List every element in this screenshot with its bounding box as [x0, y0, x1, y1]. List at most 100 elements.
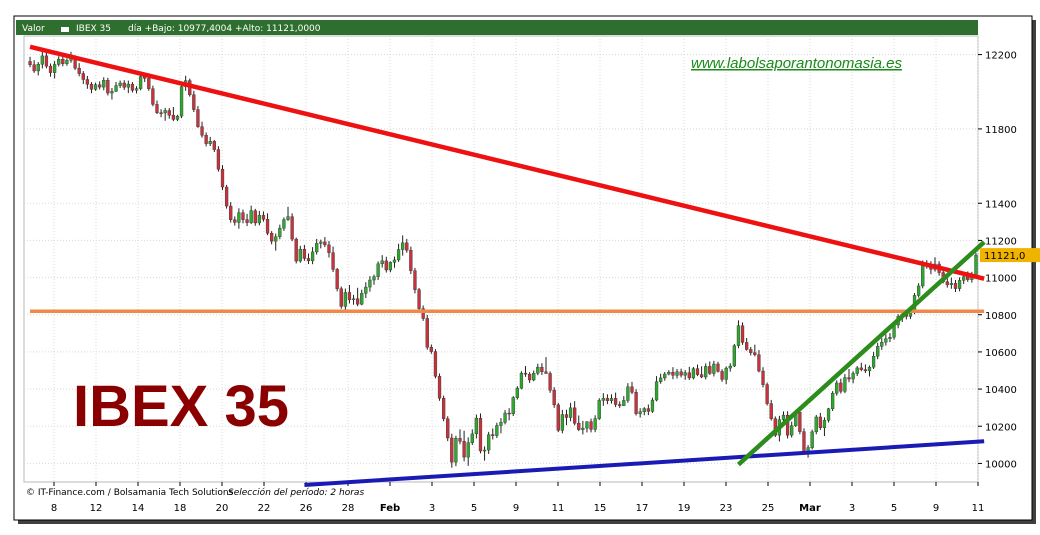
candle-body	[560, 414, 565, 431]
candle-body	[98, 84, 102, 88]
candle-body	[802, 431, 806, 453]
candle-body	[392, 259, 397, 263]
candle-body	[229, 205, 233, 220]
ibex35-chart: Valor IBEX 35 día +Bajo: 10977,4004 +Alt…	[13, 15, 1040, 524]
candle-body	[204, 135, 208, 144]
candle-body	[556, 404, 560, 431]
candle-body	[822, 420, 827, 428]
candle-body	[335, 269, 339, 289]
candle-body	[957, 280, 962, 289]
candle-body	[781, 414, 786, 420]
candle-body	[724, 367, 728, 380]
candle-body	[310, 251, 315, 262]
candle-body	[740, 325, 745, 343]
candle-body	[253, 210, 257, 224]
candle-body	[159, 112, 163, 114]
candle-body	[261, 215, 266, 220]
candle-body	[413, 270, 417, 290]
candle-body	[233, 219, 237, 223]
candle-body	[515, 387, 519, 398]
candle-body	[245, 219, 249, 223]
x-tick-label: 3	[849, 503, 855, 514]
candle-body	[851, 373, 855, 380]
last-price-tag: 11121,0	[980, 248, 1040, 263]
x-tick-label: 25	[762, 503, 775, 514]
candle-body	[192, 94, 196, 110]
candle-body	[93, 84, 98, 90]
candle-body	[540, 366, 544, 373]
candle-body	[102, 80, 106, 88]
candle-body	[642, 408, 646, 412]
candle-body	[609, 398, 614, 401]
candle-body	[57, 59, 61, 65]
candle-body	[89, 84, 94, 90]
candle-body	[110, 91, 114, 94]
candle-body	[507, 412, 511, 415]
candle-body	[425, 318, 429, 348]
candle-body	[753, 352, 757, 355]
candle-body	[634, 392, 638, 414]
candle-body	[77, 67, 81, 74]
x-tick-label: Feb	[380, 503, 400, 514]
candle-body	[478, 418, 483, 452]
candle-body	[859, 367, 863, 370]
candle-body	[237, 212, 241, 223]
candle-body	[949, 283, 954, 285]
candle-body	[364, 286, 368, 294]
candle-body	[618, 404, 622, 406]
x-tick-label: 15	[594, 503, 607, 514]
x-tick-label: 22	[258, 503, 271, 514]
candle-body	[736, 325, 741, 346]
candle-body	[945, 281, 949, 285]
candle-body	[265, 219, 270, 234]
candle-body	[417, 289, 421, 309]
candle-body	[728, 365, 732, 369]
candle-body	[687, 372, 691, 379]
watermark-url[interactable]: www.labolsaporantonomasia.es	[691, 55, 902, 72]
candle-body	[151, 88, 155, 105]
candle-body	[523, 372, 528, 375]
candle-body	[843, 377, 847, 392]
candle-body	[601, 398, 605, 401]
candle-body	[921, 264, 925, 287]
candle-body	[974, 254, 978, 277]
candle-body	[679, 371, 683, 376]
footer-credit: © IT-Finance.com / Bolsamania Tech Solut…	[26, 488, 234, 498]
candle-body	[446, 418, 450, 439]
candle-body	[384, 260, 388, 271]
candle-body	[482, 449, 487, 452]
candle-body	[749, 349, 753, 353]
candle-body	[167, 110, 171, 116]
candle-body	[814, 416, 818, 433]
candle-body	[306, 258, 311, 262]
candle-body	[212, 141, 216, 150]
candle-body	[683, 372, 687, 376]
candle-body	[85, 79, 90, 85]
candle-body	[916, 285, 921, 296]
candle-body	[527, 374, 532, 381]
candle-body	[720, 371, 724, 380]
candle-body	[372, 276, 376, 281]
header-symbol-label: Valor	[22, 24, 45, 34]
candle-body	[884, 338, 888, 343]
candle-body	[380, 260, 384, 265]
candle-body	[699, 374, 704, 378]
candle-body	[216, 149, 221, 170]
candle-body	[626, 386, 630, 401]
candle-body	[548, 373, 552, 391]
candle-body	[302, 248, 307, 259]
candle-body	[122, 82, 126, 88]
candle-body	[761, 370, 765, 385]
candle-body	[396, 249, 401, 261]
candle-body	[81, 73, 85, 80]
candle-body	[544, 371, 548, 374]
candle-body	[241, 212, 245, 220]
candle-body	[675, 371, 679, 376]
candle-body	[659, 377, 663, 382]
candle-body	[138, 76, 143, 89]
x-tick-label: 9	[513, 503, 519, 514]
candle-body	[712, 363, 716, 374]
candle-body	[433, 351, 438, 377]
y-tick-label: 10000	[985, 459, 1017, 470]
y-tick-label: 10600	[985, 348, 1017, 359]
